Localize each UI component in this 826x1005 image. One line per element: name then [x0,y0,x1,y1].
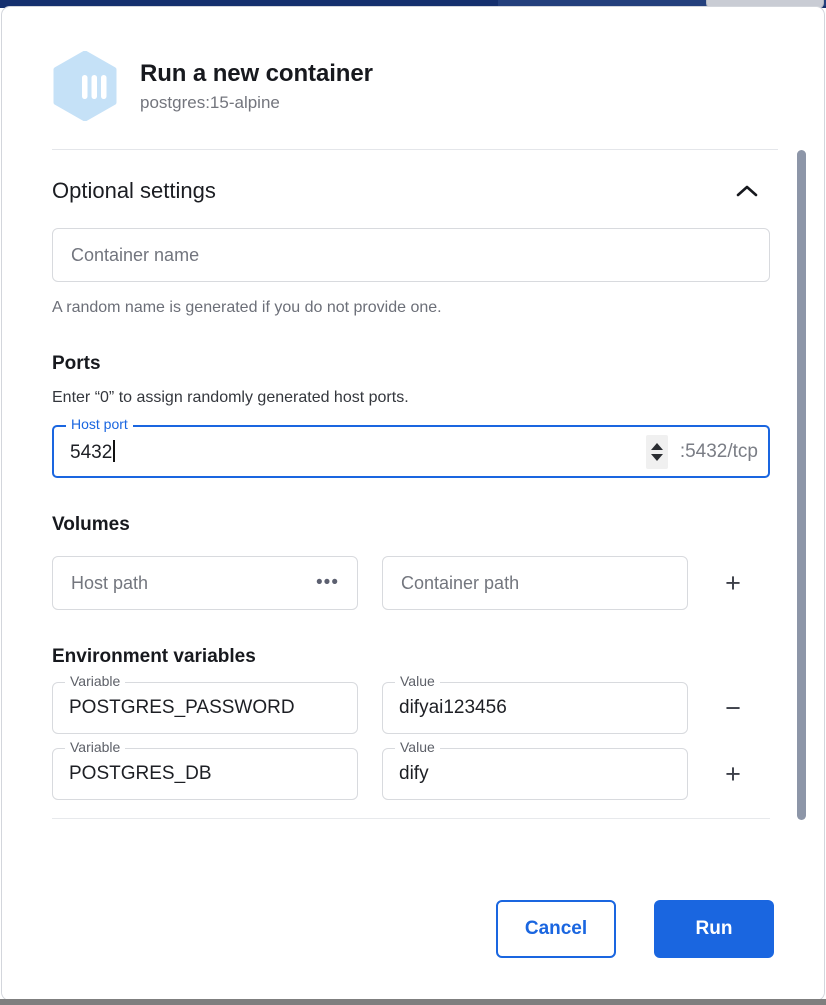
plus-icon[interactable]: + [716,757,750,791]
spinner-down-arrow[interactable] [650,453,663,461]
env-value-label: Value [395,674,440,688]
env-var-row: Variable POSTGRES_DB Value dify + [52,740,776,800]
host-port-value: 5432 [70,439,646,464]
env-value-label: Value [395,740,440,754]
ellipsis-icon[interactable]: ••• [316,573,339,593]
optional-settings-header[interactable]: Optional settings [52,176,776,206]
container-path-placeholder: Container path [401,572,520,593]
dialog-footer: Cancel Run [2,858,824,1000]
scrollbar-track[interactable] [797,150,815,858]
container-name-helper: A random name is generated if you do not… [52,299,442,316]
host-path-placeholder: Host path [71,572,149,593]
env-variable-value: POSTGRES_PASSWORD [69,697,295,718]
env-variable-label: Variable [65,674,126,688]
env-variable-label: Variable [65,740,126,754]
ports-section-note: Enter “0” to assign randomly generated h… [52,389,409,406]
text-caret [113,439,115,462]
container-name-placeholder: Container name [71,244,200,265]
cancel-button[interactable]: Cancel [496,900,616,958]
env-value-text: dify [399,763,429,784]
env-variable-value: POSTGRES_DB [69,763,212,784]
spinner-up-arrow[interactable] [650,442,663,450]
container-path-input[interactable]: Container path [382,556,688,610]
optional-settings-title: Optional settings [52,178,216,203]
spinner-up-down-icon[interactable] [645,434,668,469]
container-name-input[interactable]: Container name [52,228,770,282]
dialog-header: Run a new container postgres:15-alpine [2,7,824,122]
env-var-row: Variable POSTGRES_PASSWORD Value difyai1… [52,674,776,734]
run-container-dialog: Run a new container postgres:15-alpine O… [1,6,825,1001]
container-port-suffix: :5432/tcp [679,440,758,462]
dialog-title: Run a new container [140,59,373,87]
settings-scroll-area[interactable]: Optional settings Container name A rando… [2,150,824,858]
host-path-input[interactable]: Host path ••• [52,556,358,610]
host-port-label: Host port [66,417,133,431]
ports-section-title: Ports [52,353,101,374]
dialog-bottom-shadow [0,999,826,1005]
volumes-section-title: Volumes [52,514,130,535]
run-button[interactable]: Run [654,900,774,958]
scroll-bottom-divider [52,818,770,819]
env-value-text: difyai123456 [399,697,507,718]
dialog-subtitle: postgres:15-alpine [140,92,280,112]
scrollbar-thumb[interactable] [797,150,806,820]
environment-variables-title: Environment variables [52,646,256,667]
env-value-input[interactable]: Value dify [382,740,688,800]
host-port-field[interactable]: Host port 5432 :5432/tcp [52,417,770,478]
chevron-up-icon[interactable] [732,176,762,206]
env-variable-input[interactable]: Variable POSTGRES_DB [52,740,358,800]
env-variable-input[interactable]: Variable POSTGRES_PASSWORD [52,674,358,734]
plus-icon[interactable]: + [716,566,750,600]
container-hexagon-icon [52,50,118,122]
volumes-row: Host path ••• Container path + [52,556,776,610]
env-value-input[interactable]: Value difyai123456 [382,674,688,734]
minus-icon[interactable]: − [716,691,750,725]
